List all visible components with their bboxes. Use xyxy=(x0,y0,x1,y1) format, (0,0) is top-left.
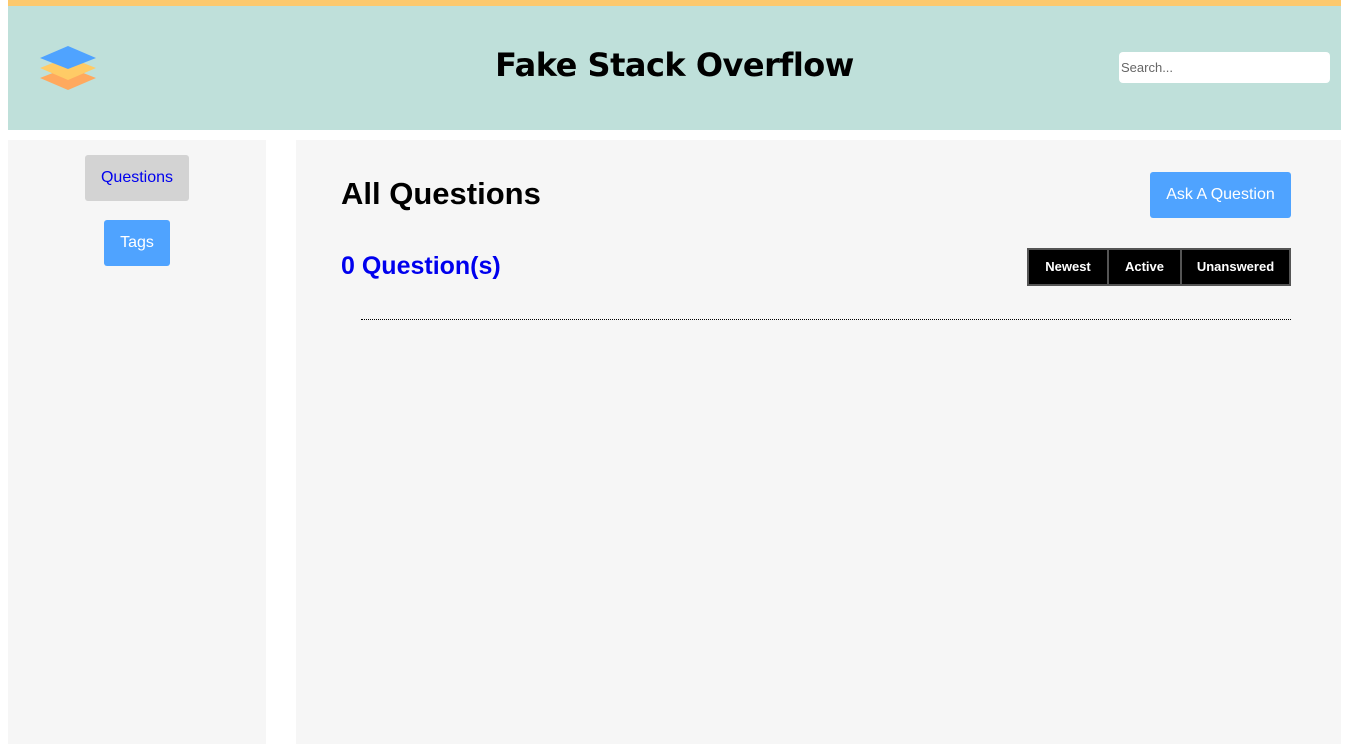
sort-unanswered-button[interactable]: Unanswered xyxy=(1181,248,1291,286)
page-title: All Questions xyxy=(341,176,541,211)
sort-active-button[interactable]: Active xyxy=(1108,248,1181,286)
sidebar-item-tags[interactable]: Tags xyxy=(104,220,170,266)
sort-button-group: Newest Active Unanswered xyxy=(1027,248,1291,286)
header-banner: Fake Stack Overflow xyxy=(8,0,1341,130)
question-list-divider xyxy=(361,319,1291,320)
sort-newest-button[interactable]: Newest xyxy=(1027,248,1108,286)
sidebar-item-questions[interactable]: Questions xyxy=(85,155,189,201)
main-content: All Questions Ask A Question 0 Question(… xyxy=(296,140,1341,744)
sidebar: Questions Tags xyxy=(8,140,266,744)
ask-question-button[interactable]: Ask A Question xyxy=(1150,172,1291,218)
search-input[interactable] xyxy=(1119,52,1330,83)
question-count: 0 Question(s) xyxy=(341,252,501,280)
